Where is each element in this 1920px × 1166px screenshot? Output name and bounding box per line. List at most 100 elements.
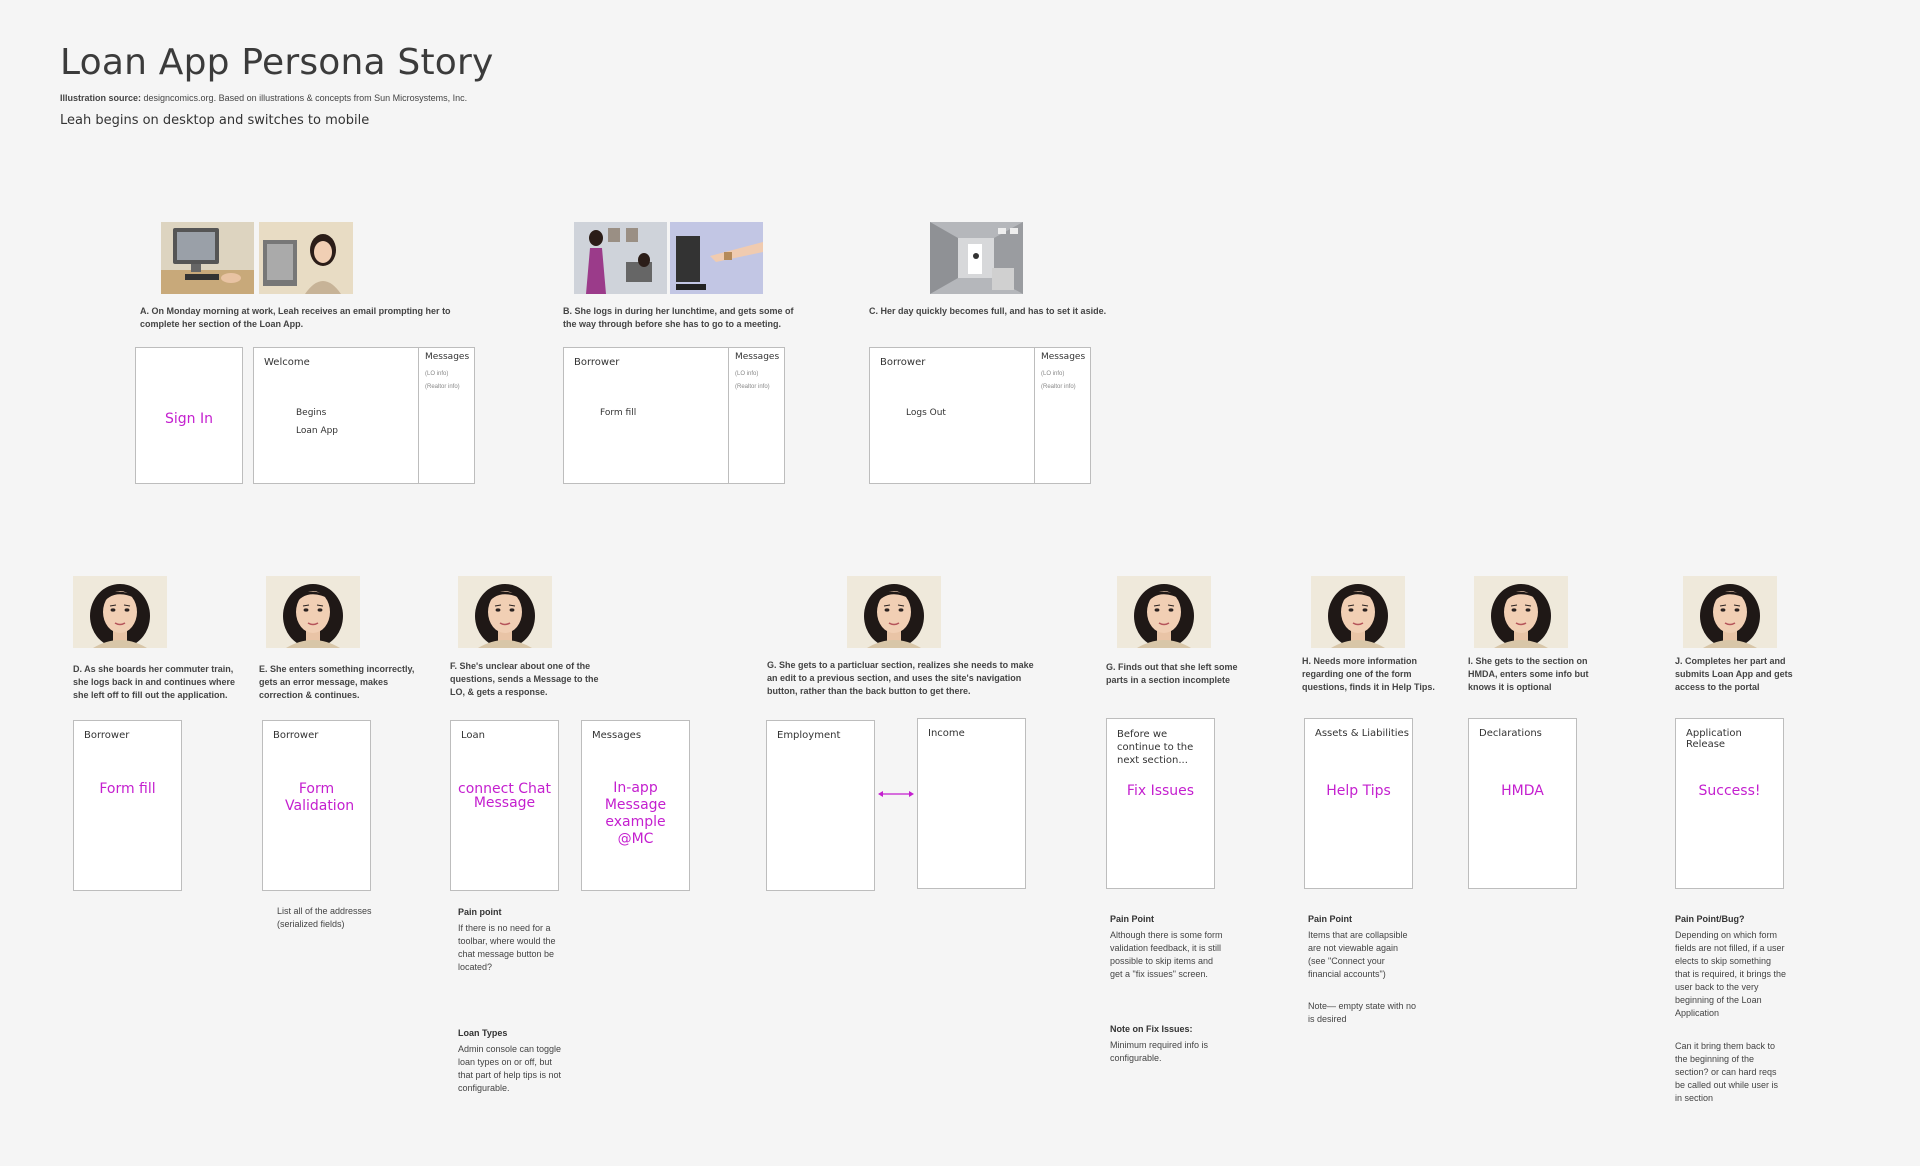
screen-title: HMDA	[1501, 783, 1544, 799]
screen-label: Income	[928, 728, 965, 739]
borrower-label: Borrower	[880, 357, 926, 368]
caption-b: B. She logs in during her lunchtime, and…	[563, 306, 794, 329]
caption-g: G. She gets to a particluar section, rea…	[767, 660, 1034, 696]
note-f1: If there is no need for a toolbar, where…	[458, 923, 556, 972]
illustration-woman-at-monitor	[259, 222, 353, 294]
screen-title: Form Validation	[285, 781, 355, 814]
wireframe-form-fill: Borrower Form fill	[73, 720, 182, 891]
lo-info: (LO info)	[425, 371, 449, 377]
persona-face-icon	[475, 584, 535, 648]
screen-label: Borrower	[84, 730, 130, 741]
caption-g2: G. Finds out that she left some parts in…	[1106, 662, 1238, 685]
wireframe-form-validation: Borrower Form Validation	[262, 720, 371, 891]
caption-e: E. She enters something incorrectly, get…	[259, 664, 415, 700]
note-g2-head: Pain Point	[1110, 914, 1155, 924]
wireframe-welcome: Welcome Begins Loan App Messages (LO inf…	[253, 347, 475, 484]
wireframe-success: Application Release Success!	[1675, 718, 1784, 889]
messages-title: Messages	[1041, 352, 1086, 362]
realtor-info: (Realtor info)	[1041, 384, 1076, 390]
messages-title: Messages	[425, 352, 470, 362]
caption-i: I. She gets to the section on HMDA, ente…	[1468, 656, 1589, 692]
screen-label: Employment	[777, 730, 841, 741]
note-g2b-head: Note on Fix Issues:	[1110, 1024, 1193, 1034]
persona-face-icon	[1134, 584, 1194, 648]
persona-face-image	[1683, 576, 1777, 648]
screen-title: In-app Message example @MC	[604, 780, 667, 847]
caption-c: C. Her day quickly becomes full, and has…	[869, 306, 1107, 316]
screen-label: Before we continue to the next section..…	[1117, 729, 1194, 766]
screen-label: Messages	[592, 730, 642, 741]
caption-d: D. As she boards her commuter train, she…	[73, 664, 236, 700]
wireframe-employment: Employment	[766, 720, 875, 891]
hallway-icon	[930, 222, 1023, 294]
realtor-info: (Realtor info)	[425, 384, 460, 390]
lo-info: (LO info)	[735, 371, 759, 377]
persona-face-icon	[1328, 584, 1388, 648]
page-subtitle: Leah begins on desktop and switches to m…	[60, 113, 370, 128]
persona-face-icon	[1700, 584, 1760, 648]
wireframe-logs-out: Borrower Logs Out Messages (LO info) (Re…	[869, 347, 1091, 484]
note-f2: Admin console can toggle loan types on o…	[458, 1044, 562, 1093]
illustration-source: Illustration source: designcomics.org. B…	[60, 93, 467, 103]
persona-face-icon	[864, 584, 924, 648]
persona-face-image	[1311, 576, 1405, 648]
wireframe-chat-message: Loan connect Chat Message	[450, 720, 559, 891]
caption-f: F. She's unclear about one of the questi…	[450, 661, 599, 697]
screen-label: Application Release	[1686, 728, 1742, 750]
note-j: Depending on which form fields are not f…	[1675, 930, 1787, 1018]
monitor-hand-icon	[670, 222, 763, 294]
note-h: Items that are collapsible are not viewa…	[1308, 930, 1408, 979]
realtor-info: (Realtor info)	[735, 384, 770, 390]
persona-face-image	[73, 576, 167, 648]
messages-title: Messages	[735, 352, 780, 362]
note-f1-head: Pain point	[458, 907, 502, 917]
note-j2: Can it bring them back to the beginning …	[1675, 1041, 1779, 1103]
note-e: List all of the addresses (serialized fi…	[277, 906, 372, 929]
persona-face-image	[1117, 576, 1211, 648]
welcome-label: Welcome	[264, 357, 310, 368]
begins-text: Begins	[296, 408, 327, 418]
source-label: Illustration source:	[60, 93, 142, 103]
caption-j: J. Completes her part and submits Loan A…	[1675, 656, 1793, 692]
persona-face-icon	[90, 584, 150, 648]
wireframe-in-app-message: Messages In-app Message example @MC	[581, 720, 690, 891]
screen-title: Success!	[1698, 783, 1761, 799]
persona-face-image	[1474, 576, 1568, 648]
page-title: Loan App Persona Story	[60, 42, 494, 83]
persona-face-image	[847, 576, 941, 648]
persona-face-icon	[1491, 584, 1551, 648]
wireframe-sign-in: Sign In	[135, 347, 243, 484]
illustration-office-meeting	[574, 222, 667, 294]
screen-label: Borrower	[273, 730, 319, 741]
source-text: designcomics.org. Based on illustrations…	[143, 93, 468, 103]
back-forth-arrow-icon	[878, 791, 914, 797]
screen-label: Loan	[461, 730, 485, 741]
messages-panel: Messages (LO info) (Realtor info)	[1034, 347, 1091, 484]
caption-a: A. On Monday morning at work, Leah recei…	[140, 306, 451, 329]
note-g2: Although there is some form validation f…	[1110, 930, 1223, 979]
lo-info: (LO info)	[1041, 371, 1065, 377]
screen-title: connect Chat Message	[458, 781, 551, 811]
note-g2b: Minimum required info is configurable.	[1110, 1040, 1209, 1063]
note-j-head: Pain Point/Bug?	[1675, 914, 1745, 924]
loan-app-text: Loan App	[296, 426, 339, 436]
screen-title: Help Tips	[1326, 783, 1391, 799]
illustration-hallway	[930, 222, 1023, 294]
illustration-monitor-hand	[670, 222, 763, 294]
note-h-head: Pain Point	[1308, 914, 1353, 924]
screen-title: Fix Issues	[1126, 783, 1195, 799]
persona-face-icon	[283, 584, 343, 648]
wireframe-fix-issues: Before we continue to the next section..…	[1106, 718, 1215, 889]
messages-panel: Messages (LO info) (Realtor info)	[728, 347, 785, 484]
logs-out-text: Logs Out	[906, 408, 946, 418]
wireframe-help-tips: Assets & Liabilities Help Tips	[1304, 718, 1413, 889]
persona-face-image	[266, 576, 360, 648]
office-meeting-icon	[574, 222, 667, 294]
borrower-label: Borrower	[574, 357, 620, 368]
wireframe-income: Income	[917, 718, 1026, 889]
note-f2-head: Loan Types	[458, 1028, 508, 1038]
persona-face-image	[458, 576, 552, 648]
note-h2: Note— empty state with no is desired	[1308, 1001, 1417, 1024]
caption-h: H. Needs more information regarding one …	[1302, 656, 1435, 692]
computer-desk-icon	[161, 228, 254, 294]
